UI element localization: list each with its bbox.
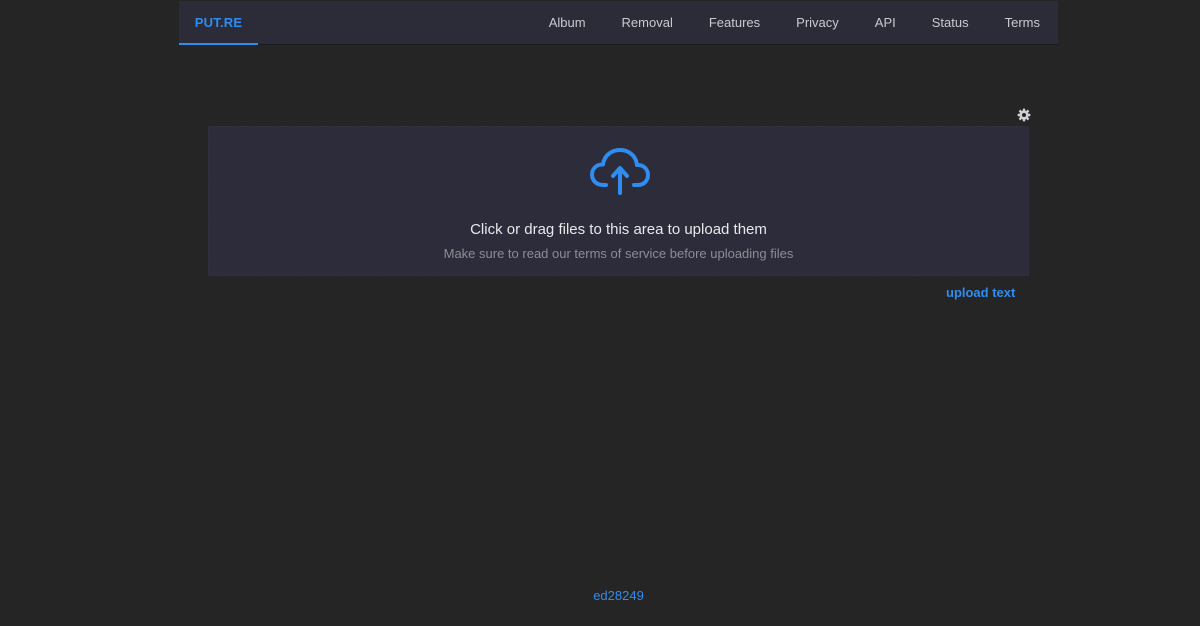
settings-gear-icon[interactable] bbox=[1016, 107, 1032, 123]
top-navbar: PUT.RE Album Removal Features Privacy AP… bbox=[179, 1, 1058, 45]
nav-api-link[interactable]: API bbox=[875, 1, 896, 45]
nav-album-link[interactable]: Album bbox=[549, 1, 586, 45]
gear-icon bbox=[1017, 108, 1031, 122]
upload-dropzone[interactable]: Click or drag files to this area to uplo… bbox=[208, 126, 1029, 276]
page: PUT.RE Album Removal Features Privacy AP… bbox=[0, 0, 1200, 626]
upload-hint: Make sure to read our terms of service b… bbox=[443, 246, 794, 261]
nav-terms-link[interactable]: Terms bbox=[1005, 1, 1040, 45]
cloud-upload-icon bbox=[590, 148, 650, 195]
nav-privacy-link[interactable]: Privacy bbox=[796, 1, 839, 45]
nav-links: Album Removal Features Privacy API Statu… bbox=[513, 1, 1058, 45]
upload-title: Click or drag files to this area to uplo… bbox=[470, 221, 767, 238]
upload-text-link[interactable]: upload text bbox=[946, 285, 1015, 300]
brand-link[interactable]: PUT.RE bbox=[179, 1, 258, 45]
nav-features-link[interactable]: Features bbox=[709, 1, 760, 45]
version-link[interactable]: ed28249 bbox=[0, 588, 1200, 603]
nav-status-link[interactable]: Status bbox=[932, 1, 969, 45]
nav-removal-link[interactable]: Removal bbox=[622, 1, 673, 45]
